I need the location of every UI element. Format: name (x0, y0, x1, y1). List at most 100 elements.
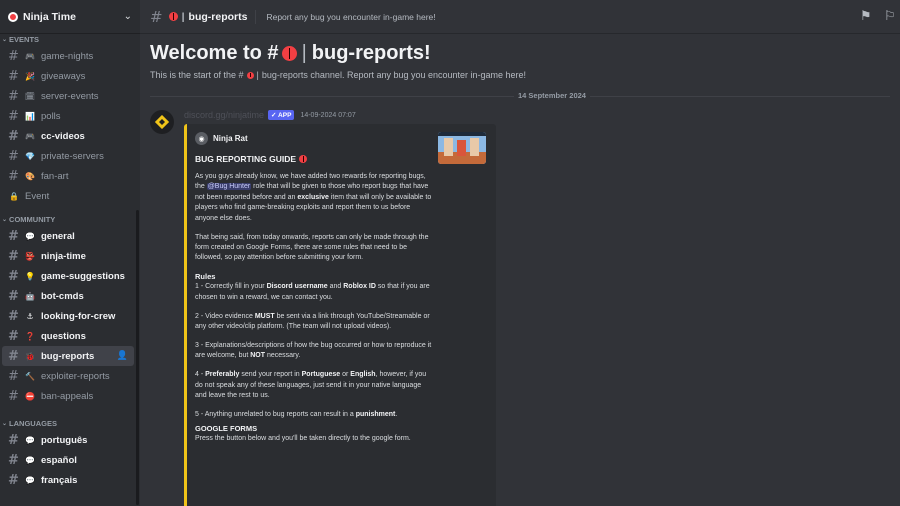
sidebar-item-giveaways[interactable]: # 🎉 giveaways (2, 66, 134, 86)
speech-icon: 💬 (25, 455, 35, 465)
ladybug-icon (299, 155, 308, 163)
ladybug-icon (281, 46, 297, 61)
channel-sidebar: Ninja Time ⌄ ⌄ EVENTS # 🎮 game-nights # 🎉 givea… (0, 0, 140, 506)
sidebar-item-looking-for-crew[interactable]: # ⚓ looking-for-crew (2, 306, 134, 326)
threads-icon[interactable]: ⚑ (860, 9, 876, 25)
chevron-down-icon: ⌄ (2, 217, 8, 223)
header-divider (255, 9, 257, 24)
sidebar-item-private-servers[interactable]: # 💎 private-servers (2, 146, 134, 166)
hash-icon: # (8, 248, 19, 264)
channel-label: português (41, 434, 88, 446)
gem-icon: 💎 (25, 151, 35, 161)
forms-heading: GOOGLE FORMS (195, 424, 258, 434)
text-bold: MUST (254, 312, 275, 320)
sidebar-item-bug-reports[interactable]: # 🐞 bug-reports 👤 (2, 346, 134, 366)
sidebar-item-game-nights[interactable]: # 🎮 game-nights (2, 46, 134, 66)
sidebar-item-fan-art[interactable]: # 🎨 fan-art (2, 166, 134, 186)
sidebar-item-questions[interactable]: # ❓ questions (2, 326, 134, 346)
message-timestamp: 14-09-2024 07:07 (300, 111, 356, 119)
hash-icon: # (8, 328, 19, 344)
question-icon: ❓ (25, 331, 35, 341)
channel-label: bot-cmds (41, 290, 84, 302)
sidebar-item-general[interactable]: # 💬 general (2, 226, 134, 246)
embed-thumbnail[interactable] (438, 132, 486, 164)
message-embed: ◉ Ninja Rat BUG REPORTING GUIDE As you g… (184, 124, 496, 506)
speech-icon: 💬 (25, 435, 35, 445)
hash-icon: # (8, 228, 19, 244)
hash-icon: # (150, 7, 163, 26)
text: 3 - Explanations/descriptions of how the… (195, 341, 432, 360)
role-mention[interactable]: @Bug Hunter (206, 183, 252, 191)
date-divider-label: 14 September 2024 (514, 91, 590, 100)
sidebar-item-bot-cmds[interactable]: # 🤖 bot-cmds (2, 286, 134, 306)
welcome-prefix: Welcome to # (150, 42, 279, 64)
hash-icon: # (8, 148, 19, 164)
speech-icon: 💬 (25, 475, 35, 485)
hash-icon: # (8, 472, 19, 488)
message-author[interactable]: discord.gg/ninjatime (184, 110, 264, 120)
cone-icon: ⛔ (25, 391, 35, 401)
sidebar-item-polls[interactable]: # 📊 polls (2, 106, 134, 126)
category-events[interactable]: ⌄ EVENTS (2, 34, 39, 46)
channel-label: bug-reports (41, 350, 95, 362)
text: 5 - Anything unrelated to bug reports ca… (195, 410, 356, 418)
channel-label: private-servers (41, 150, 104, 162)
sidebar-item-Event[interactable]: 🔒 Event (2, 186, 134, 206)
channel-label: general (41, 230, 75, 242)
sidebar-item-cc-videos[interactable]: # 🎮 cc-videos (2, 126, 134, 146)
sidebar-item-exploiter-reports[interactable]: # 🔨 exploiter-reports (2, 366, 134, 386)
text: or (340, 371, 351, 379)
server-header[interactable]: Ninja Time ⌄ (0, 0, 140, 34)
ladybug-icon (168, 12, 178, 21)
category-community[interactable]: ⌄ COMMUNITY (2, 214, 55, 226)
channel-topic[interactable]: Report any bug you encounter in-game her… (266, 12, 435, 22)
server-icon (8, 11, 18, 22)
ladybug-icon (246, 71, 254, 79)
hash-icon: # (8, 348, 19, 364)
sidebar-item-server-events[interactable]: # 🗓 server-events (2, 86, 134, 106)
sidebar-item-ban-appeals[interactable]: # ⛔ ban-appeals (2, 386, 134, 406)
app-badge: ✓ APP (268, 110, 295, 120)
forms-text: Press the button below and you'll be tak… (195, 435, 411, 443)
channel-label: polls (41, 110, 61, 122)
message-area: Welcome to # | bug-reports! This is the … (140, 34, 900, 506)
category-label: COMMUNITY (9, 215, 56, 224)
channel-label: questions (41, 330, 86, 342)
heading-separator: | (301, 42, 307, 64)
rule-1: 1 - Correctly fill in your Discord usern… (195, 282, 433, 303)
rule-2: 2 - Video evidence MUST be sent via a li… (195, 312, 433, 333)
channel-label: looking-for-crew (41, 310, 116, 322)
text: and (327, 283, 344, 291)
welcome-sub-prefix: This is the start of the # (150, 70, 244, 80)
text-bold: Portuguese (301, 371, 341, 379)
embed-author-name: Ninja Rat (213, 134, 248, 143)
controller-icon: 🎮 (25, 131, 35, 141)
gamepad-icon: 🎮 (25, 51, 35, 61)
rules-heading: Rules (195, 272, 216, 282)
channel-header: # | bug-reports Report any bug you encou… (140, 0, 900, 34)
sidebar-scrollbar[interactable] (136, 210, 139, 505)
sidebar-item-español[interactable]: # 💬 español (2, 450, 134, 470)
category-languages[interactable]: ⌄ LANGUAGES (2, 418, 57, 430)
text-bold: Preferably (205, 371, 240, 379)
notification-icon[interactable]: ⚐ (884, 9, 900, 25)
hash-icon: # (8, 128, 19, 144)
welcome-sub-suffix: bug-reports channel. Report any bug you … (261, 70, 527, 80)
text-bold: NOT (250, 352, 266, 360)
welcome-heading: Welcome to # | bug-reports! (150, 42, 431, 65)
header-toolbar: ⚑ ⚐ (860, 9, 900, 25)
channel-label: ban-appeals (41, 390, 94, 402)
channel-label: game-suggestions (41, 270, 125, 282)
sidebar-item-game-suggestions[interactable]: # 💡 game-suggestions (2, 266, 134, 286)
welcome-sub-separator: | (256, 70, 259, 80)
sidebar-item-português[interactable]: # 💬 português (2, 430, 134, 450)
message-avatar[interactable] (150, 110, 174, 134)
calendar-icon: 🗓 (24, 91, 36, 101)
add-member-icon[interactable]: 👤 (117, 351, 128, 361)
sidebar-item-français[interactable]: # 💬 français (2, 470, 134, 490)
rule-5: 5 - Anything unrelated to bug reports ca… (195, 410, 433, 420)
rule-3: 3 - Explanations/descriptions of how the… (195, 341, 433, 362)
speech-icon: 💬 (25, 231, 35, 241)
sidebar-item-ninja-time[interactable]: # 👺 ninja-time (2, 246, 134, 266)
server-name: Ninja Time (23, 10, 76, 23)
